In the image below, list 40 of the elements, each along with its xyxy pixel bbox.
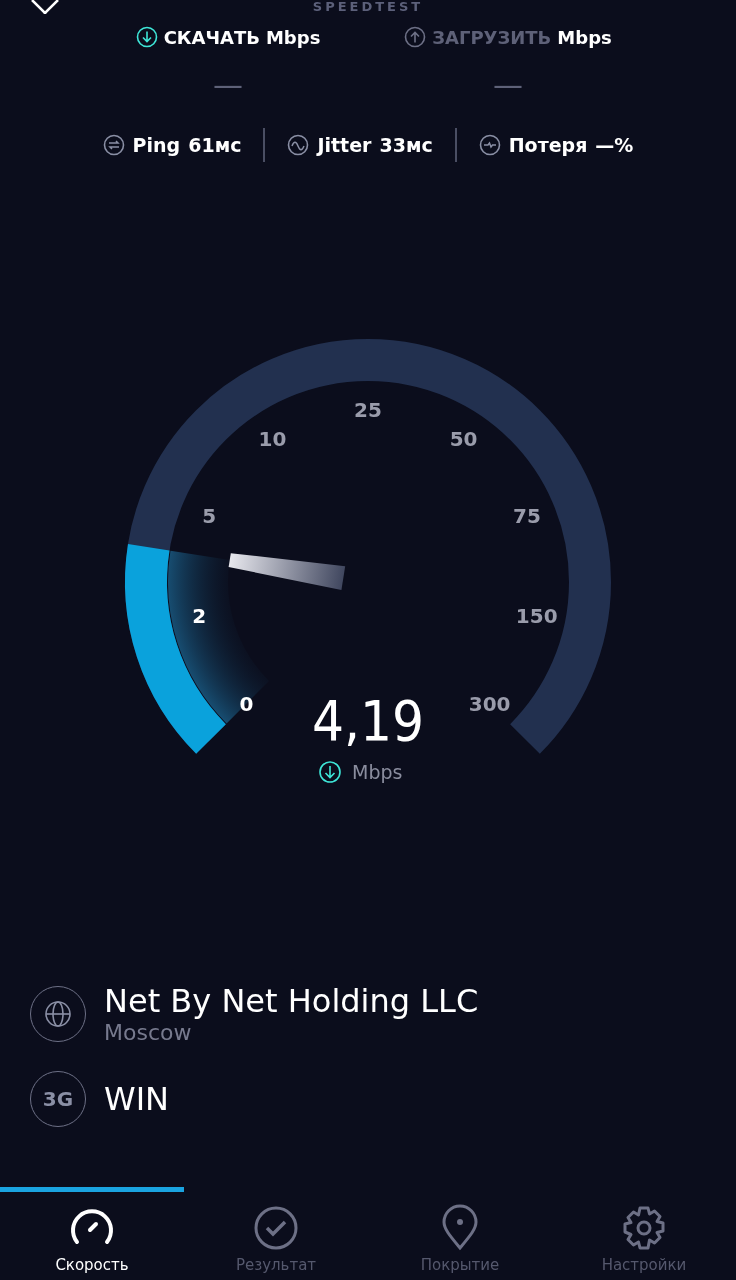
carrier-name: WIN	[104, 1080, 169, 1118]
nav-tab[interactable]: Покрытие	[368, 1187, 552, 1280]
nav-tab[interactable]: Настройки	[552, 1187, 736, 1280]
pulse-icon	[478, 134, 501, 156]
stat-label: Jitter	[317, 134, 372, 156]
app-logo: SPEEDTEST	[312, 0, 424, 14]
stat-value: 61мс	[188, 134, 242, 156]
speed-reading: 4,19	[311, 688, 425, 753]
wave-icon	[287, 134, 310, 156]
stat-value: —%	[595, 134, 634, 156]
download-icon	[135, 26, 158, 48]
mode-unit: Mbps	[557, 26, 612, 48]
scale-label: 0	[239, 691, 254, 716]
provider-name: Net By Net Holding LLC	[104, 982, 479, 1020]
nav-tab[interactable]: Скорость	[0, 1187, 184, 1280]
speed-unit: Mbps	[352, 761, 403, 783]
mode-label: СКАЧАТЬ	[163, 26, 260, 48]
scale-label: 300	[468, 691, 511, 716]
stat-value: 33мс	[379, 134, 433, 156]
stat-label: Ping	[132, 134, 181, 156]
download-icon	[319, 761, 341, 783]
scale-label: 75	[513, 504, 541, 529]
server-location: Moscow	[104, 1020, 193, 1045]
scale-label: 150	[515, 603, 558, 628]
scale-label: 10	[258, 427, 287, 451]
mode-unit: Mbps	[265, 26, 321, 48]
close-icon[interactable]	[30, 0, 60, 14]
scale-label: 50	[449, 427, 478, 451]
nav-tab[interactable]: Результат	[184, 1187, 368, 1280]
ping-icon	[102, 134, 125, 156]
stat-label: Потеря	[508, 134, 588, 156]
scale-label: 2	[192, 603, 207, 628]
mode-value: —	[213, 68, 243, 102]
scale-label: 5	[202, 504, 217, 529]
mode-value: —	[493, 68, 523, 102]
mode-label: ЗАГРУЗИТЬ	[432, 26, 552, 48]
check-circle-icon	[252, 1204, 300, 1252]
upload-icon	[404, 26, 427, 48]
scale-label: 25	[354, 398, 382, 422]
network-type: 3G	[42, 1087, 74, 1111]
